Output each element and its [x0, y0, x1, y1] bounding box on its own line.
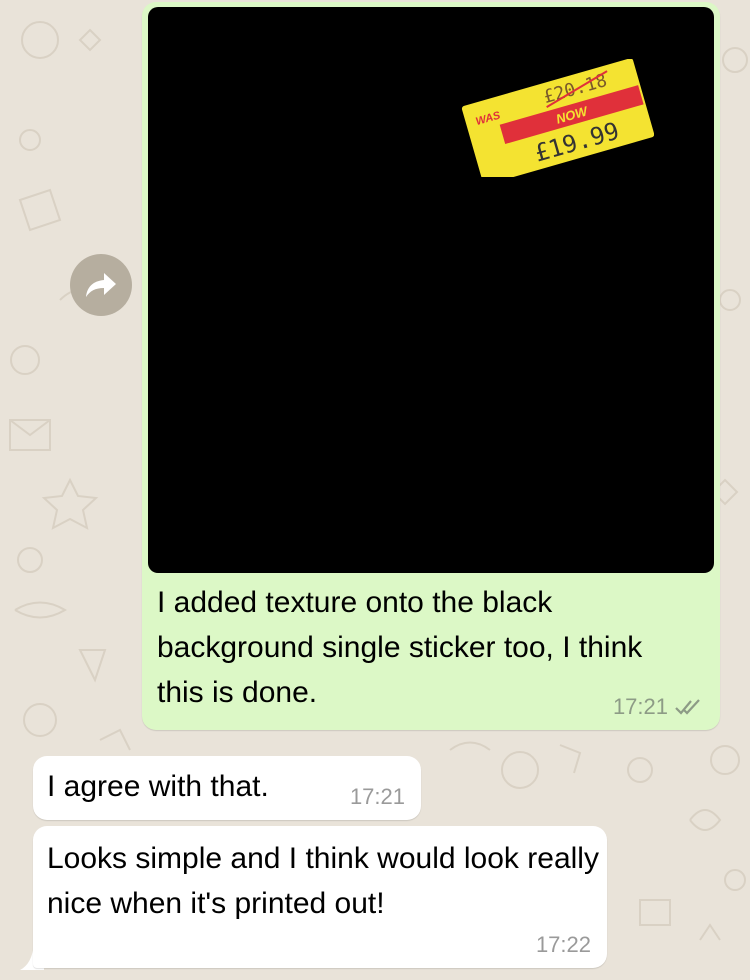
outgoing-message-bubble[interactable]: WAS £20.18 NOW £19.99 I added texture on…	[142, 2, 720, 730]
price-sticker-image: WAS £20.18 NOW £19.99	[461, 59, 654, 177]
double-check-icon	[675, 699, 700, 715]
message-image[interactable]: WAS £20.18 NOW £19.99	[148, 7, 714, 573]
forward-button[interactable]	[70, 254, 132, 316]
message-text: I agree with that.	[47, 770, 269, 803]
message-text: I added texture onto the black backgroun…	[157, 586, 643, 709]
incoming-message-bubble[interactable]: Looks simple and I think would look real…	[33, 826, 607, 968]
incoming-message-bubble[interactable]: I agree with that. 17:21	[33, 756, 421, 820]
message-text: Looks simple and I think would look real…	[47, 842, 599, 920]
message-time: 17:21	[349, 784, 405, 809]
message-time: 17:21	[612, 694, 668, 719]
message-time: 17:22	[535, 932, 591, 957]
message-meta: 17:21	[613, 694, 702, 720]
forward-arrow-icon	[86, 273, 116, 297]
